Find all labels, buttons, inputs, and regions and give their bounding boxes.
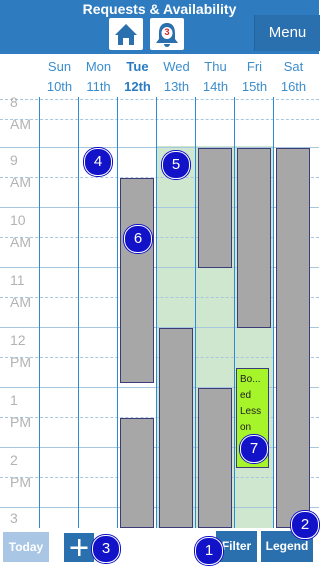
today-button[interactable]: Today (3, 532, 49, 562)
hour-line (0, 147, 319, 148)
time-label: 3PM (10, 510, 18, 526)
day-column-header[interactable]: Sat 16th (274, 57, 313, 97)
day-column-header[interactable]: Thu 14th (196, 57, 235, 97)
day-column-header[interactable]: Mon 11th (79, 57, 118, 97)
day-separator (78, 97, 79, 528)
app-header: Requests & Availability 3 Menu (0, 0, 320, 54)
day-name: Wed (163, 59, 190, 74)
day-date: 14th (202, 79, 229, 94)
home-button[interactable] (109, 18, 143, 50)
day-date: 15th (241, 79, 268, 94)
hour-line (0, 207, 319, 208)
home-icon (115, 24, 137, 45)
tutorial-badge-2: 2 (291, 511, 319, 539)
booked-lesson-text: Bo... (240, 374, 261, 385)
day-separator (39, 97, 40, 528)
day-date: 12th (124, 79, 151, 94)
grid-line (0, 119, 319, 120)
notifications-button[interactable]: 3 (150, 18, 184, 50)
day-date: 10th (46, 79, 73, 94)
booked-lesson-text: ed (240, 390, 252, 401)
day-name: Sat (283, 59, 304, 74)
time-label: 11 AM (10, 272, 31, 310)
day-separator (195, 97, 196, 528)
grid-line (0, 297, 319, 298)
time-label: 9 AM (10, 152, 31, 190)
day-name: Mon (85, 59, 112, 74)
day-date: 16th (280, 79, 307, 94)
day-column-header[interactable]: Wed 13th (157, 57, 196, 97)
tutorial-badge-7: 7 (240, 435, 268, 463)
unavailable-block[interactable] (120, 178, 154, 383)
unavailable-block[interactable] (237, 148, 271, 328)
tutorial-badge-1: 1 (195, 537, 223, 565)
day-header-row: Sun 10th Mon 11th Tue 12th Wed 13th Thu … (40, 57, 319, 97)
add-button[interactable] (64, 533, 94, 562)
day-name: Tue (126, 59, 149, 74)
time-label: 12 PM (10, 332, 31, 370)
grid-line (0, 237, 319, 238)
time-label: 8 AM (10, 97, 31, 132)
grid-line (0, 99, 319, 100)
grid-line (0, 177, 319, 178)
plus-icon (70, 539, 88, 556)
unavailable-block[interactable] (159, 328, 193, 528)
day-separator (273, 97, 274, 528)
day-name: Sun (47, 59, 72, 74)
unavailable-block[interactable] (120, 418, 154, 528)
hour-line (0, 267, 319, 268)
day-date: 11th (86, 79, 111, 94)
tutorial-badge-6: 6 (124, 225, 152, 253)
day-name: Fri (246, 59, 263, 74)
time-label: 10 AM (10, 212, 31, 250)
unavailable-block[interactable] (198, 148, 232, 268)
day-separator (156, 97, 157, 528)
day-separator (117, 97, 118, 528)
day-column-header-today[interactable]: Tue 12th (118, 57, 157, 97)
tutorial-badge-3: 3 (92, 535, 120, 563)
day-date: 13th (163, 79, 190, 94)
tutorial-badge-5: 5 (162, 151, 190, 179)
day-column-header[interactable]: Fri 15th (235, 57, 274, 97)
time-label: 1 PM (10, 392, 31, 430)
booked-lesson-text: Less (240, 406, 262, 417)
unavailable-block[interactable] (198, 388, 232, 528)
calendar-grid[interactable]: 8AM 9AM 10AM 11AM 12PM 1PM 2PM 3PM Bo...… (0, 97, 319, 528)
day-name: Thu (204, 59, 227, 74)
notification-count: 3 (164, 27, 170, 37)
day-column-header[interactable]: Sun 10th (40, 57, 79, 97)
time-label: 2 PM (10, 452, 31, 490)
booked-lesson-text: on (240, 422, 252, 433)
menu-button[interactable]: Menu (254, 15, 320, 51)
unavailable-block[interactable] (276, 148, 310, 528)
day-separator (234, 97, 235, 528)
tutorial-badge-4: 4 (84, 148, 112, 176)
